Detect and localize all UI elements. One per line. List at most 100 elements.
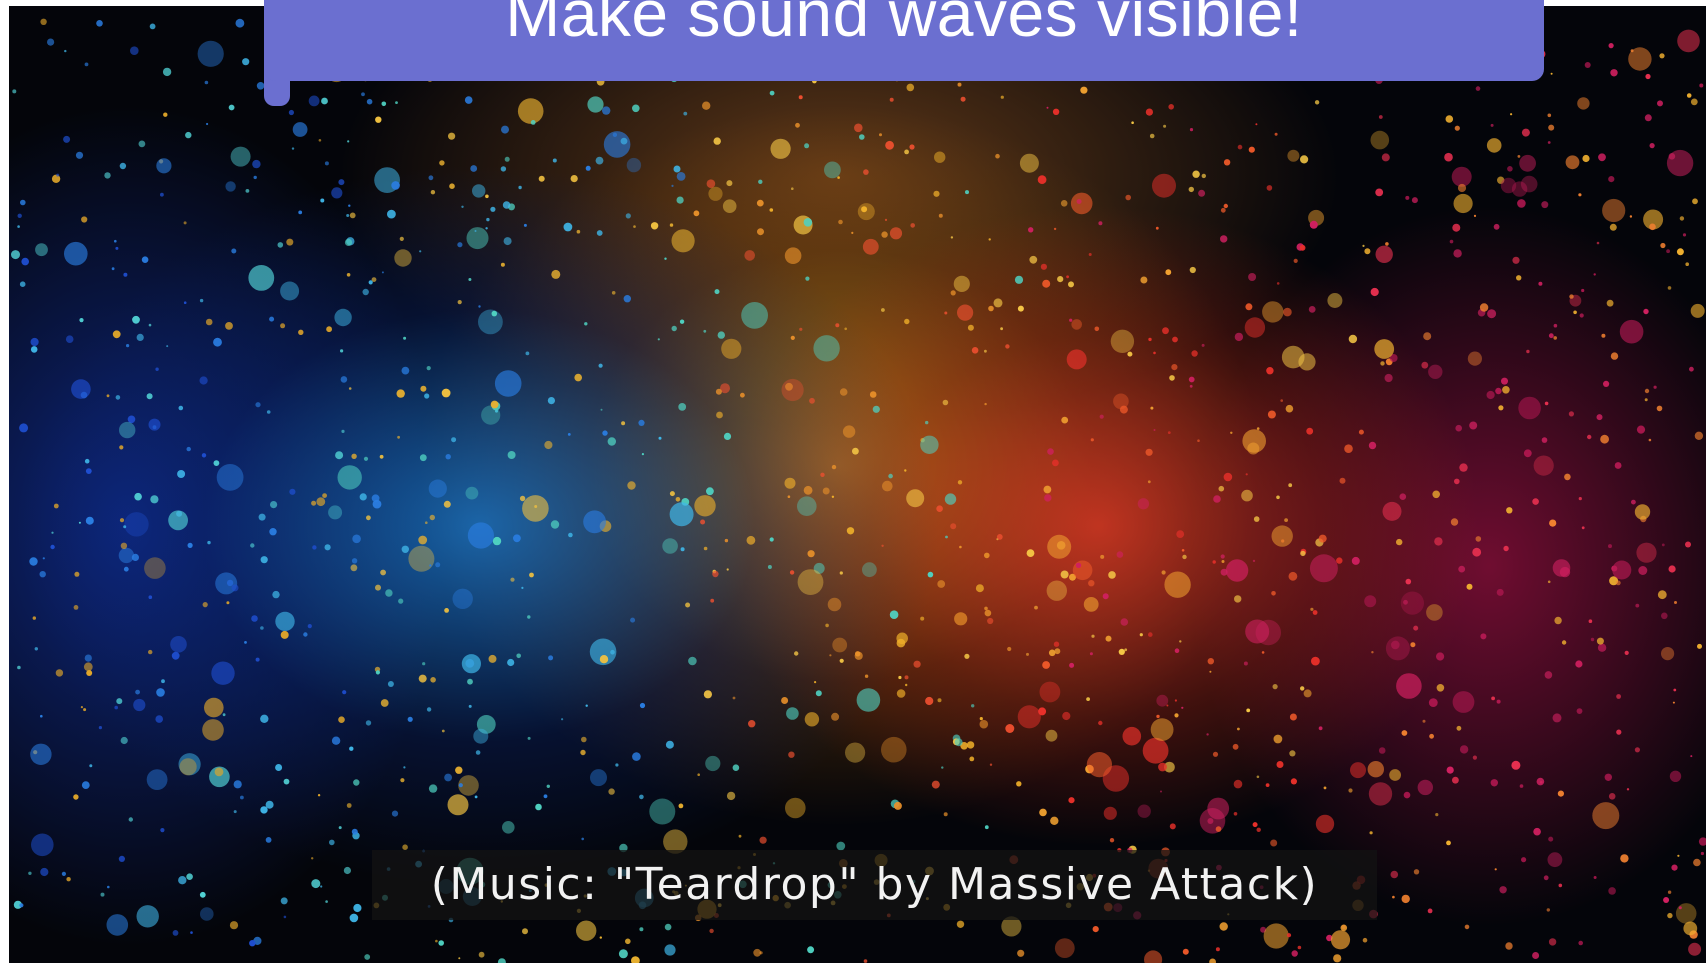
- particle: [207, 540, 211, 545]
- particle: [1174, 648, 1180, 653]
- particle: [1521, 128, 1530, 137]
- particle: [115, 395, 121, 400]
- particle: [228, 104, 235, 111]
- particle: [120, 542, 128, 549]
- particle: [859, 134, 865, 140]
- particle: [631, 956, 640, 963]
- particle: [341, 429, 345, 433]
- particle: [361, 92, 365, 97]
- particle: [984, 609, 992, 617]
- particle: [1512, 256, 1520, 264]
- particle: [1576, 708, 1583, 714]
- particle: [1237, 144, 1243, 150]
- particle: [1274, 132, 1278, 136]
- particle: [1161, 570, 1166, 575]
- particle: [1675, 903, 1697, 924]
- particle: [1502, 386, 1510, 394]
- particle: [233, 810, 237, 814]
- particle: [954, 612, 968, 626]
- particle: [583, 510, 606, 534]
- particle: [1549, 519, 1557, 527]
- particle: [925, 696, 934, 706]
- particle: [1181, 706, 1184, 709]
- slide-title: Make sound waves visible!: [505, 0, 1303, 50]
- particle: [148, 323, 152, 327]
- particle: [1116, 551, 1124, 558]
- particle: [1450, 518, 1459, 526]
- particle: [1291, 950, 1298, 957]
- particle: [1517, 155, 1521, 158]
- particle: [1573, 310, 1577, 315]
- particle: [717, 331, 725, 339]
- particle: [396, 389, 405, 398]
- particle: [1459, 745, 1469, 754]
- particle: [30, 743, 52, 765]
- particle: [119, 518, 125, 523]
- particle: [283, 915, 287, 919]
- particle: [252, 159, 261, 169]
- video-frame[interactable]: (Music: "Teardrop" by Massive Attack): [9, 6, 1706, 963]
- particle: [1378, 747, 1386, 754]
- particle: [1298, 353, 1316, 371]
- particle: [831, 495, 835, 498]
- particle: [1201, 173, 1207, 179]
- particle: [260, 714, 269, 723]
- particle: [349, 746, 354, 751]
- particle: [676, 172, 686, 181]
- particle: [1017, 705, 1041, 729]
- particle: [798, 95, 803, 100]
- particle: [457, 242, 463, 248]
- particle: [1089, 652, 1093, 656]
- particle: [744, 250, 755, 261]
- particle: [1689, 366, 1694, 372]
- particle: [879, 133, 882, 137]
- particle: [1039, 681, 1061, 703]
- particle: [590, 769, 607, 787]
- particle: [1125, 194, 1131, 201]
- particle: [1182, 948, 1189, 955]
- particle: [759, 836, 767, 844]
- particle: [1396, 538, 1403, 546]
- particle: [1453, 193, 1473, 214]
- particle: [351, 558, 358, 564]
- particle: [1405, 195, 1410, 200]
- particle: [1548, 124, 1555, 131]
- particle: [1587, 434, 1592, 440]
- particle: [1645, 73, 1651, 80]
- particle: [1417, 779, 1434, 796]
- particle: [35, 243, 48, 257]
- particle: [40, 867, 49, 877]
- particle: [249, 940, 256, 947]
- particle: [984, 825, 989, 830]
- particle: [1678, 906, 1682, 910]
- particle: [1588, 619, 1593, 623]
- particle: [1429, 733, 1434, 739]
- particle: [1578, 497, 1582, 501]
- particle: [118, 547, 135, 564]
- particle: [397, 435, 400, 439]
- particle: [366, 98, 373, 105]
- particle: [449, 183, 455, 189]
- particle: [379, 454, 384, 459]
- particle: [1142, 737, 1169, 764]
- particle: [789, 570, 795, 575]
- particle: [1457, 183, 1467, 193]
- particle: [206, 122, 209, 126]
- particle: [120, 736, 128, 745]
- particle: [769, 537, 774, 542]
- particle: [621, 421, 626, 426]
- particle: [1358, 429, 1364, 435]
- particle: [1631, 499, 1636, 505]
- particle: [1270, 839, 1278, 847]
- particle: [1422, 719, 1426, 723]
- particle: [425, 521, 428, 524]
- particle: [1100, 554, 1105, 559]
- particle: [1694, 431, 1704, 440]
- particle: [1541, 201, 1549, 209]
- particle: [838, 219, 843, 225]
- particle: [1546, 908, 1551, 912]
- particle: [1066, 349, 1087, 370]
- particle: [1323, 786, 1327, 790]
- particle: [269, 528, 277, 536]
- particle: [324, 544, 331, 551]
